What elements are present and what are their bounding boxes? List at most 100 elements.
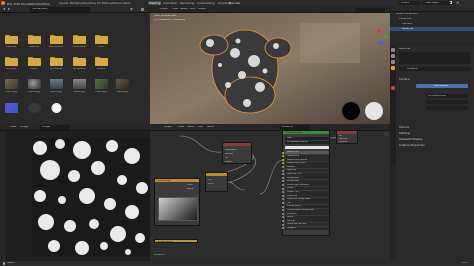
folder-icon[interactable] [28,34,41,44]
render-icon[interactable] [391,54,395,58]
close-icon[interactable]: ✕ [456,1,459,5]
image-texture-node[interactable]: Image Texture [154,239,198,243]
subsurface-method-dropdown[interactable]: Christensen-Burley [285,141,329,144]
object-icon[interactable] [391,66,395,70]
back-icon[interactable] [3,8,5,10]
input-socket[interactable] [282,158,284,161]
menu-edit[interactable]: Edit [14,2,20,6]
bsdf-input-field[interactable]: Emission [282,212,329,216]
3d-viewport[interactable]: Object View Select Add Object User Persp… [150,6,390,124]
bsdf-input-field[interactable]: Sheen [282,187,329,190]
outliner-item[interactable]: Camera [402,23,412,26]
viewport-display-section[interactable]: Viewport Display [399,138,423,141]
material-name-field[interactable]: Material [399,67,471,71]
material-output-node[interactable]: All Surface Volume [336,130,358,144]
file-thumbnail[interactable] [95,79,108,89]
property-field[interactable] [426,100,468,104]
principled-bsdf-node[interactable]: Principled BSDF GGX Christensen-Burley B… [282,130,330,236]
file-thumbnail[interactable] [73,79,86,89]
bsdf-input-field[interactable]: Normal [282,219,329,223]
folder-icon[interactable] [50,34,63,44]
file-thumbnail[interactable] [5,103,18,113]
tab-shading[interactable]: Shading [148,0,162,6]
bsdf-input-field[interactable]: Metallic [282,165,329,169]
input-socket[interactable] [282,191,284,194]
input-socket[interactable] [282,198,284,201]
folder-icon[interactable] [73,56,86,66]
bsdf-input-field[interactable]: Base Color [282,151,329,154]
file-thumbnail[interactable] [5,79,18,89]
input-socket[interactable] [282,180,284,183]
gear-icon[interactable] [141,8,144,11]
input-socket[interactable] [282,165,284,168]
bsdf-input-field[interactable]: Tangent [282,226,329,230]
menu-file[interactable]: File [7,2,12,6]
bsdf-input-field[interactable]: IOR [282,201,329,205]
input-socket[interactable] [282,169,284,172]
bsdf-input-field[interactable]: Sheen Tint [282,190,329,194]
material-icon[interactable] [391,86,395,90]
file-thumbnail[interactable] [28,103,41,113]
viewport-menu-view[interactable]: View [172,8,178,11]
noise-texture-node[interactable]: Fac Color [205,172,228,192]
tool-icon[interactable] [391,48,395,52]
bsdf-input-field[interactable]: Clearcoat Normal [282,223,329,226]
viewport-menu-select[interactable]: Select [180,8,188,11]
image-menu-view[interactable]: View [10,126,16,129]
shading-mode-icons[interactable] [355,7,385,12]
input-socket[interactable] [282,183,284,186]
menu-help[interactable]: Help [43,2,50,6]
bsdf-input-field[interactable]: Transmission Roughness [282,208,329,212]
surface-dropdown[interactable]: Principled BSDF [426,94,468,98]
shader-node-editor[interactable]: Object View Select Add Node Material Gen… [150,124,390,261]
surface-section[interactable]: Surface [399,78,410,81]
file-thumbnail[interactable] [50,79,63,89]
tab-layout[interactable]: Layout [58,1,70,5]
tab-compositing[interactable]: Compositing [196,1,216,5]
bsdf-input-field[interactable]: Subsurface Radius [282,158,329,162]
distribution-dropdown[interactable]: GGX [285,137,329,140]
folder-icon[interactable] [5,56,18,66]
bsdf-input-field[interactable]: Alpha [282,215,329,219]
file-thumbnail[interactable] [116,79,129,89]
bsdf-input-field[interactable]: Anisotropic Rotation [282,183,329,187]
node-sidebar-toggle[interactable] [384,132,388,136]
blender-logo-icon[interactable] [1,1,5,5]
tab-rendering[interactable]: Rendering [179,1,195,5]
folder-icon[interactable] [50,56,63,66]
use-nodes-button[interactable]: Use Nodes [416,84,468,88]
input-socket[interactable] [282,223,284,226]
menu-window[interactable]: Window [31,2,43,6]
bsdf-input-field[interactable]: Subsurface [282,154,329,158]
image-menu-image[interactable]: Image [20,126,28,129]
input-socket[interactable] [282,205,284,208]
filter-icon[interactable] [130,8,133,11]
settings-section[interactable]: Settings [399,132,410,135]
input-socket[interactable] [282,187,284,190]
bsdf-input-field[interactable]: Transmission [282,205,329,208]
volume-section[interactable]: Volume [399,126,409,129]
file-thumbnail[interactable] [50,103,63,113]
folder-icon[interactable] [5,34,18,44]
tab-sculpting[interactable]: Sculpting [82,1,97,5]
tab-texture-paint[interactable]: Texture Paint [111,1,131,5]
texture-coordinate-node[interactable]: Generated Normal UV Object [222,142,252,164]
bsdf-input-field[interactable]: Clearcoat [282,194,329,198]
output-icon[interactable] [391,60,395,64]
folder-icon[interactable] [28,56,41,66]
colorramp-node[interactable]: ColorRamp Color Alpha [154,178,200,226]
outliner-title[interactable]: Scene Collection [396,13,418,16]
color-ramp-gradient[interactable] [158,197,198,221]
tab-animation[interactable]: Animation [162,1,178,5]
base-color-field[interactable] [285,146,329,149]
path-field[interactable]: /home/user/ [30,7,90,12]
bsdf-input-field[interactable]: Roughness [282,176,329,180]
view-layer-selector[interactable]: View Layer [422,1,450,5]
file-thumbnail[interactable] [28,79,41,89]
bsdf-input-field[interactable]: Specular Tint [282,172,329,176]
input-socket[interactable] [282,216,284,219]
property-field[interactable] [426,106,468,110]
folder-icon[interactable] [95,56,108,66]
input-socket[interactable] [282,212,284,215]
input-socket[interactable] [282,201,284,204]
